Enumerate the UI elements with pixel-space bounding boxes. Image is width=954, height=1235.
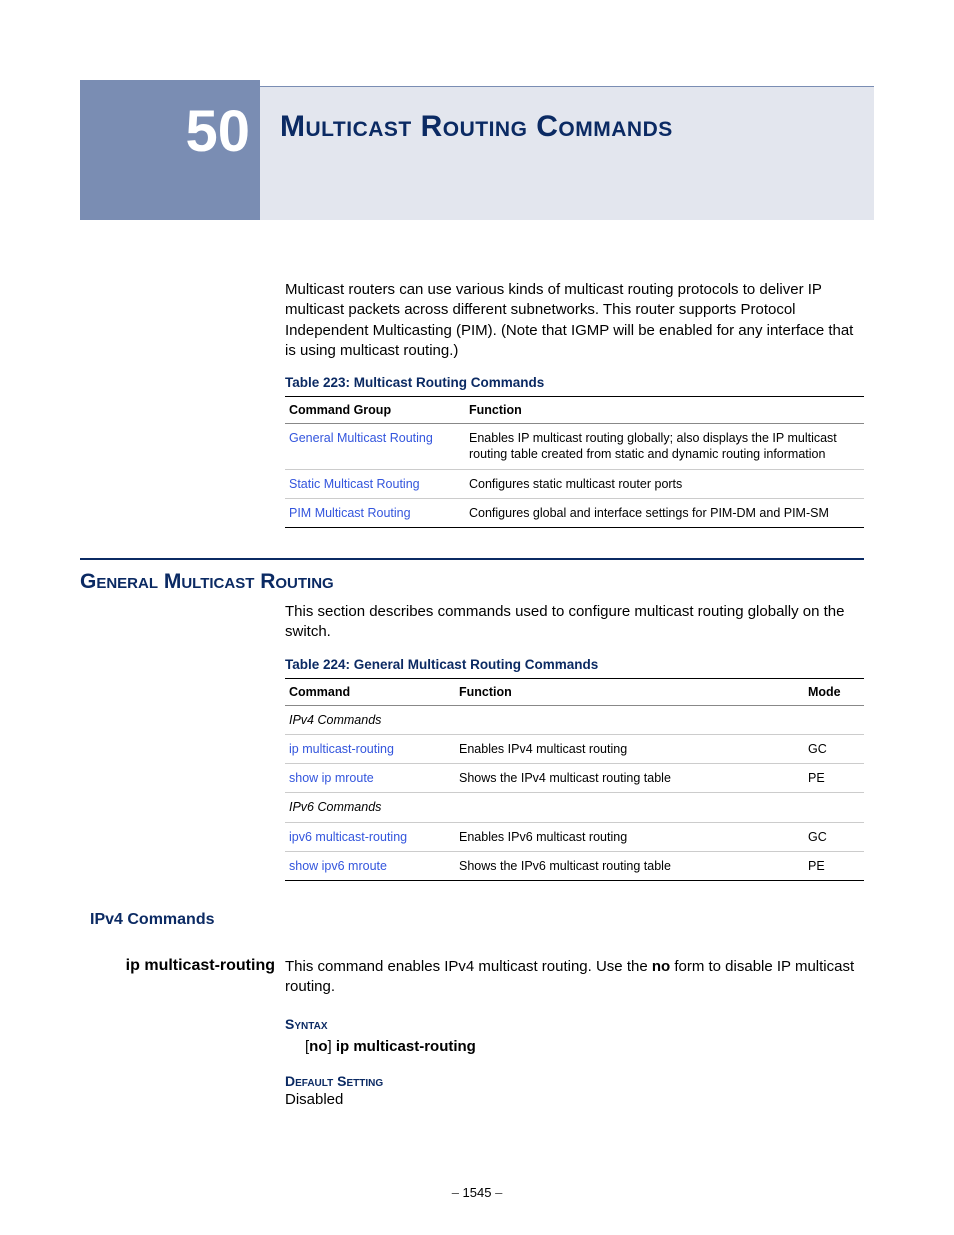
t224-func: Shows the IPv4 multicast routing table — [455, 764, 804, 793]
chapter-title: Multicast Routing Commands — [280, 110, 673, 144]
link-show-ipv6-mroute[interactable]: show ipv6 mroute — [289, 859, 387, 873]
t224-mode: PE — [804, 851, 864, 880]
table-row: ip multicast-routing Enables IPv4 multic… — [285, 734, 864, 763]
table-subhead: IPv4 Commands — [285, 705, 864, 734]
table-223-caption: Table 223: Multicast Routing Commands — [285, 375, 864, 390]
default-setting-label: Default Setting — [285, 1073, 864, 1089]
link-static-multicast[interactable]: Static Multicast Routing — [289, 477, 420, 491]
ipv4-commands-label: IPv4 Commands — [90, 911, 864, 929]
t224-func: Enables IPv6 multicast routing — [455, 822, 804, 851]
table-224: Command Function Mode IPv4 Commands ip m… — [285, 678, 864, 882]
t223-head-function: Function — [465, 397, 864, 424]
table-row: show ip mroute Shows the IPv4 multicast … — [285, 764, 864, 793]
table-223: Command Group Function General Multicast… — [285, 396, 864, 528]
table-row: Static Multicast Routing Configures stat… — [285, 469, 864, 498]
table-row: General Multicast Routing Enables IP mul… — [285, 424, 864, 470]
t224-mode: PE — [804, 764, 864, 793]
link-pim-multicast[interactable]: PIM Multicast Routing — [289, 506, 411, 520]
link-ipv6-multicast-routing[interactable]: ipv6 multicast-routing — [289, 830, 407, 844]
syntax-line: [no] ip multicast-routing — [305, 1038, 864, 1055]
default-setting-value: Disabled — [285, 1091, 864, 1108]
section-intro: This section describes commands used to … — [285, 602, 864, 643]
t224-mode: GC — [804, 822, 864, 851]
t223-func: Configures static multicast router ports — [465, 469, 864, 498]
link-show-ip-mroute[interactable]: show ip mroute — [289, 771, 374, 785]
command-name: ip multicast-routing — [90, 957, 285, 998]
syntax-label: Syntax — [285, 1016, 864, 1032]
table-subhead: IPv6 Commands — [285, 793, 864, 822]
table-row: show ipv6 mroute Shows the IPv6 multicas… — [285, 851, 864, 880]
t224-head-mode: Mode — [804, 678, 864, 705]
link-ip-multicast-routing[interactable]: ip multicast-routing — [289, 742, 394, 756]
command-description: This command enables IPv4 multicast rout… — [285, 957, 864, 998]
title-band — [260, 86, 874, 220]
t224-mode: GC — [804, 734, 864, 763]
t223-func: Enables IP multicast routing globally; a… — [465, 424, 864, 470]
page-footer: – 1545 – — [0, 1185, 954, 1200]
t224-func: Shows the IPv6 multicast routing table — [455, 851, 804, 880]
page-number: 1545 — [463, 1185, 492, 1200]
t224-head-command: Command — [285, 678, 455, 705]
section-rule — [80, 558, 864, 560]
intro-paragraph: Multicast routers can use various kinds … — [285, 280, 864, 361]
t224-head-function: Function — [455, 678, 804, 705]
link-general-multicast[interactable]: General Multicast Routing — [289, 431, 433, 445]
t224-func: Enables IPv4 multicast routing — [455, 734, 804, 763]
table-224-caption: Table 224: General Multicast Routing Com… — [285, 657, 864, 672]
table-row: PIM Multicast Routing Configures global … — [285, 498, 864, 527]
section-heading-general: General Multicast Routing — [80, 570, 864, 594]
t223-func: Configures global and interface settings… — [465, 498, 864, 527]
t223-head-group: Command Group — [285, 397, 465, 424]
chapter-header: 50 Multicast Routing Commands — [80, 80, 864, 220]
chapter-number: 50 — [80, 98, 250, 165]
table-row: ipv6 multicast-routing Enables IPv6 mult… — [285, 822, 864, 851]
